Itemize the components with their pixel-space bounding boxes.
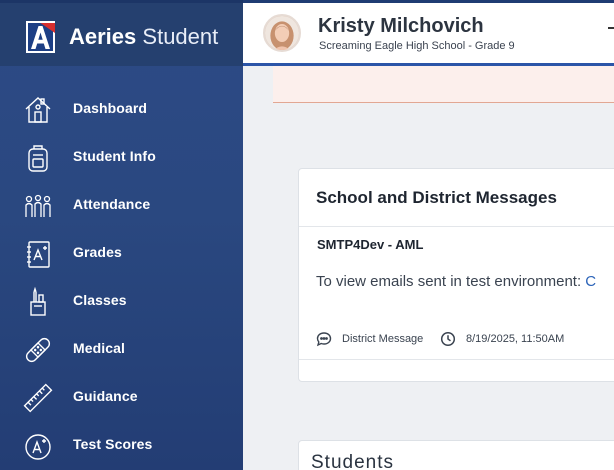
students-card: Students (298, 440, 614, 470)
sidebar-item-grades[interactable]: Grades (0, 229, 243, 277)
student-school-grade: Screaming Eagle High School - Grade 9 (319, 40, 515, 52)
sidebar-item-label: Student Info (73, 148, 156, 164)
ruler-icon (22, 382, 54, 414)
student-header: Kristy Milchovich Screaming Eagle High S… (243, 0, 614, 66)
house-icon (22, 94, 54, 126)
message-body-text: To view emails sent in test environment: (316, 273, 586, 290)
sidebar-item-label: Dashboard (73, 100, 148, 116)
sidebar-item-test-scores[interactable]: Test Scores (0, 421, 243, 469)
people-group-icon (22, 190, 54, 222)
student-name[interactable]: Kristy Milchovich (318, 15, 484, 38)
brand-name-bold: Aeries (69, 24, 137, 49)
sidebar-item-label: Attendance (73, 196, 151, 212)
chat-bubble-icon (316, 331, 332, 347)
message-subject: SMTP4Dev - AML (317, 237, 424, 252)
message-link[interactable]: C (585, 273, 596, 290)
aeries-logo-icon[interactable] (26, 21, 55, 53)
students-title: Students (311, 452, 394, 470)
brand-header: Aeries Student (0, 0, 243, 66)
backpack-icon (22, 142, 54, 174)
sidebar-item-label: Test Scores (73, 436, 153, 452)
messages-card: School and District Messages SMTP4Dev - … (298, 168, 614, 382)
pencil-cup-icon (22, 286, 54, 318)
divider (299, 359, 614, 360)
grade-book-icon (22, 238, 54, 270)
sidebar-item-dashboard[interactable]: Dashboard (0, 85, 243, 133)
sidebar-item-label: Medical (73, 340, 126, 356)
sidebar-item-classes[interactable]: Classes (0, 277, 243, 325)
card-title: School and District Messages (316, 188, 557, 207)
alert-banner (273, 66, 614, 103)
menu-dash-icon[interactable] (608, 27, 614, 29)
brand-name: Aeries Student (69, 24, 218, 50)
clock-icon (440, 331, 456, 347)
avatar[interactable] (263, 14, 301, 52)
card-header: School and District Messages (299, 169, 614, 227)
message-timestamp: 8/19/2025, 11:50AM (466, 333, 565, 345)
a-plus-badge-icon (22, 430, 54, 462)
message-type: District Message (342, 333, 424, 345)
sidebar-item-guidance[interactable]: Guidance (0, 373, 243, 421)
sidebar-item-label: Classes (73, 292, 127, 308)
sidebar-item-student-info[interactable]: Student Info (0, 133, 243, 181)
sidebar-item-label: Guidance (73, 388, 138, 404)
message-body: To view emails sent in test environment:… (316, 273, 596, 290)
brand-name-light: Student (142, 24, 219, 49)
sidebar-nav: Aeries Student Dashboard Student Info At… (0, 0, 243, 470)
sidebar-item-attendance[interactable]: Attendance (0, 181, 243, 229)
sidebar-item-label: Grades (73, 244, 122, 260)
bandage-icon (22, 334, 54, 366)
sidebar-item-medical[interactable]: Medical (0, 325, 243, 373)
